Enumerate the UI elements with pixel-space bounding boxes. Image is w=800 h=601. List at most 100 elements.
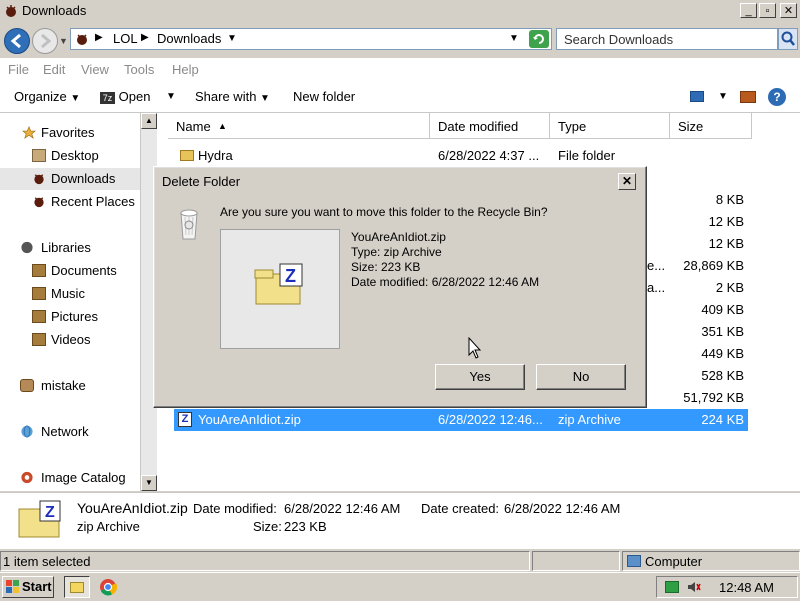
file-type: zip Archive xyxy=(558,412,621,427)
new-folder-button[interactable]: New folder xyxy=(293,89,355,104)
menu-help[interactable]: Help xyxy=(172,62,199,77)
scroll-down-button[interactable]: ▼ xyxy=(141,475,157,491)
nav-libraries[interactable]: Libraries xyxy=(0,237,142,259)
breadcrumb-downloads[interactable]: Downloads xyxy=(157,31,221,46)
forward-icon xyxy=(41,33,52,49)
system-tray: 12:48 AM xyxy=(656,576,798,598)
search-placeholder: Search Downloads xyxy=(564,32,674,47)
network-tray-icon[interactable] xyxy=(665,581,679,593)
file-type-partial: e... xyxy=(647,258,666,273)
dialog-close-button[interactable]: ✕ xyxy=(618,173,636,190)
menu-tools[interactable]: Tools xyxy=(124,62,154,77)
view-options-icon[interactable] xyxy=(690,91,704,102)
back-icon xyxy=(10,33,21,49)
column-date-modified[interactable]: Date modified xyxy=(430,113,550,139)
nav-documents-label: Documents xyxy=(51,263,117,278)
menu-view[interactable]: View xyxy=(81,62,109,77)
nav-favorites[interactable]: Favorites xyxy=(0,122,142,144)
nav-recent-places[interactable]: Recent Places xyxy=(0,191,142,213)
help-icon[interactable]: ? xyxy=(768,88,786,106)
clock[interactable]: 12:48 AM xyxy=(719,580,774,595)
nav-mistake[interactable]: mistake xyxy=(0,375,142,397)
back-button[interactable] xyxy=(4,28,30,54)
column-size[interactable]: Size xyxy=(670,113,752,139)
no-label: No xyxy=(572,369,590,384)
start-button[interactable]: Start xyxy=(2,576,54,598)
nav-image-catalog[interactable]: Image Catalog xyxy=(0,467,142,489)
nav-downloads[interactable]: Downloads xyxy=(0,168,142,190)
open-dropdown-icon[interactable]: ▼ xyxy=(166,91,176,102)
taskbar-explorer-button[interactable] xyxy=(64,576,90,598)
breadcrumb-lol[interactable]: LOL xyxy=(113,31,138,46)
nav-pictures[interactable]: Pictures xyxy=(0,306,142,328)
file-row-hydra[interactable]: Hydra 6/28/2022 4:37 ... File folder xyxy=(174,145,748,167)
nav-videos[interactable]: Videos xyxy=(0,329,142,351)
menu-edit[interactable]: Edit xyxy=(43,62,65,77)
view-dropdown-icon[interactable]: ▼ xyxy=(718,91,728,102)
preview-pane-icon[interactable] xyxy=(740,91,756,103)
nav-network[interactable]: Network xyxy=(0,421,142,443)
share-with-button[interactable]: Share with ▼ xyxy=(195,89,270,104)
refresh-button[interactable] xyxy=(529,30,549,48)
nav-favorites-label: Favorites xyxy=(41,125,95,140)
nav-downloads-label: Downloads xyxy=(51,171,116,186)
nav-libraries-label: Libraries xyxy=(41,240,91,255)
network-icon xyxy=(21,425,33,438)
minimize-button[interactable]: _ xyxy=(740,3,757,18)
open-icon: 7z xyxy=(100,91,115,104)
crumb-separator-icon[interactable]: ▶ xyxy=(95,32,103,43)
file-row-selected[interactable]: Z YouAreAnIdiot.zip 6/28/2022 12:46... z… xyxy=(174,409,748,431)
zip-icon: Z xyxy=(254,263,303,305)
crumb-separator-icon[interactable]: ▶ xyxy=(141,32,149,43)
window-title: Downloads xyxy=(22,3,87,18)
yes-button[interactable]: Yes xyxy=(435,364,525,390)
documents-icon xyxy=(32,264,46,277)
scroll-up-button[interactable]: ▲ xyxy=(141,113,157,129)
column-date-label: Date modified xyxy=(438,119,519,134)
column-type[interactable]: Type xyxy=(550,113,670,139)
search-input[interactable]: Search Downloads xyxy=(556,28,778,50)
taskbar-chrome-button[interactable] xyxy=(96,576,120,598)
star-icon xyxy=(22,126,36,139)
user-icon xyxy=(20,379,34,392)
close-button[interactable]: ✕ xyxy=(780,3,797,18)
crumb-dropdown-icon[interactable]: ▼ xyxy=(227,33,237,44)
menu-file[interactable]: File xyxy=(8,62,29,77)
organize-button[interactable]: Organize ▼ xyxy=(14,89,80,104)
taskbar: Start 12:48 AM xyxy=(0,572,800,601)
nav-network-label: Network xyxy=(41,424,89,439)
details-size: 223 KB xyxy=(284,519,327,534)
app-icon xyxy=(4,4,18,18)
column-name[interactable]: Name ▲ xyxy=(168,113,430,139)
status-bar: 1 item selected Computer xyxy=(0,548,800,573)
address-dropdown-icon[interactable]: ▼ xyxy=(509,33,519,44)
menu-bar: File Edit View Tools Help xyxy=(0,58,800,82)
nav-image-catalog-label: Image Catalog xyxy=(41,470,126,485)
recent-places-icon xyxy=(34,197,44,208)
volume-icon[interactable] xyxy=(687,581,701,593)
maximize-button[interactable]: ▫ xyxy=(759,3,776,18)
file-size: 28,869 KB xyxy=(683,258,744,273)
open-button[interactable]: 7z Open xyxy=(100,89,150,104)
file-preview: Z xyxy=(220,229,340,349)
nav-music[interactable]: Music xyxy=(0,283,142,305)
organize-label: Organize xyxy=(14,89,67,104)
history-dropdown[interactable]: ▼ xyxy=(59,36,68,46)
videos-icon xyxy=(32,333,46,346)
nav-pictures-label: Pictures xyxy=(51,309,98,324)
file-date: 6/28/2022 4:37 ... xyxy=(438,148,540,163)
nav-desktop[interactable]: Desktop xyxy=(0,145,142,167)
nav-documents[interactable]: Documents xyxy=(0,260,142,282)
desktop-icon xyxy=(32,149,46,162)
svg-text:Z: Z xyxy=(45,504,55,521)
folder-icon xyxy=(75,32,89,46)
details-file-name: YouAreAnIdiot.zip xyxy=(77,500,188,516)
dialog-file-name: YouAreAnIdiot.zip xyxy=(351,230,446,244)
no-button[interactable]: No xyxy=(536,364,626,390)
search-button[interactable] xyxy=(778,28,798,50)
forward-button[interactable] xyxy=(32,28,58,54)
address-bar[interactable]: ▶ LOL ▶ Downloads ▼ ▼ xyxy=(70,28,552,50)
music-icon xyxy=(32,287,46,300)
file-size: 2 KB xyxy=(715,280,744,295)
computer-icon xyxy=(627,555,641,567)
